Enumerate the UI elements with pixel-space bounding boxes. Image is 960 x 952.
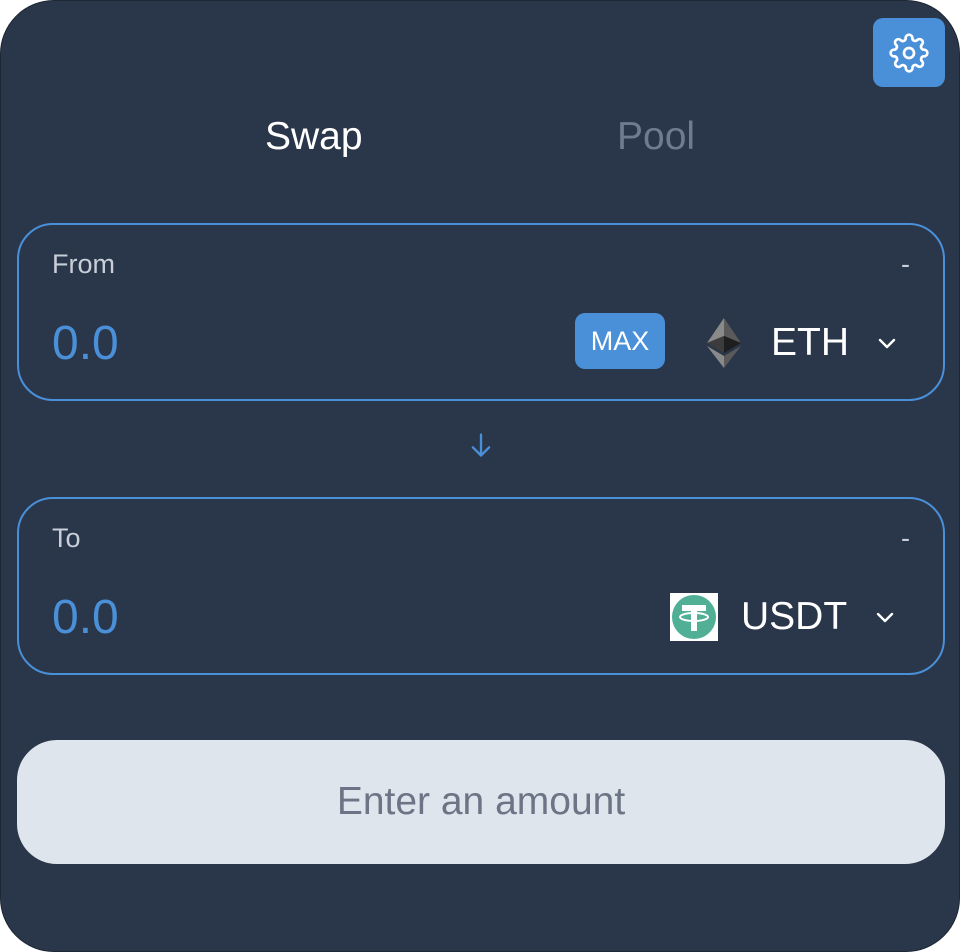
- from-token-selector[interactable]: ETH: [699, 313, 899, 373]
- to-label: To: [52, 523, 81, 553]
- to-token-selector[interactable]: USDT: [669, 587, 897, 647]
- from-balance: -: [901, 249, 910, 279]
- swap-card: Swap Pool From - MAX ETH: [0, 0, 960, 952]
- from-panel: From - MAX ETH: [17, 223, 945, 401]
- to-panel: To - USDT: [17, 497, 945, 675]
- from-amount-input[interactable]: [52, 313, 472, 373]
- chevron-down-icon: [878, 338, 896, 349]
- to-token-symbol: USDT: [741, 595, 848, 638]
- gear-icon: [889, 32, 929, 73]
- max-button[interactable]: MAX: [575, 313, 665, 369]
- arrow-down-icon[interactable]: [467, 431, 495, 459]
- settings-button[interactable]: [873, 18, 945, 87]
- ethereum-icon: [699, 318, 749, 368]
- to-balance: -: [901, 523, 910, 553]
- from-token-symbol: ETH: [771, 321, 849, 364]
- to-amount-input[interactable]: [52, 587, 472, 647]
- enter-amount-button[interactable]: Enter an amount: [17, 740, 945, 864]
- tab-swap[interactable]: Swap: [265, 109, 363, 165]
- tether-icon: [669, 592, 719, 642]
- tab-pool[interactable]: Pool: [617, 109, 695, 165]
- from-label: From: [52, 249, 115, 279]
- chevron-down-icon: [876, 612, 894, 623]
